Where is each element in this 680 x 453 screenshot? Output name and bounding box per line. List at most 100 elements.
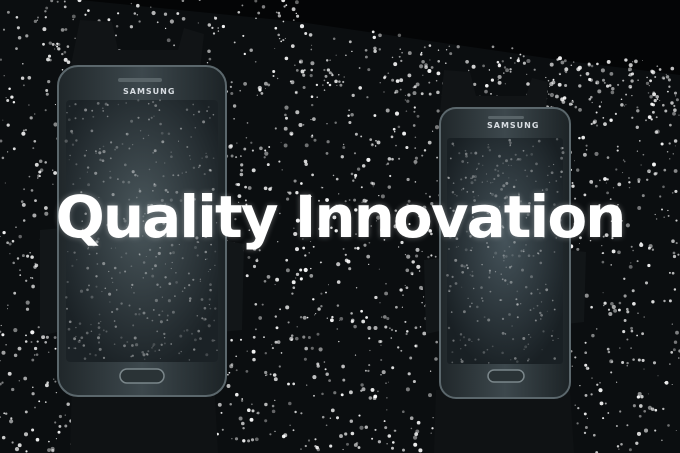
droplet bbox=[34, 162, 39, 167]
droplet bbox=[404, 94, 406, 96]
droplet bbox=[51, 42, 55, 46]
droplet bbox=[177, 174, 180, 177]
droplet bbox=[522, 337, 526, 340]
droplet bbox=[38, 400, 41, 403]
droplet bbox=[614, 112, 618, 115]
droplet bbox=[529, 309, 532, 312]
droplet bbox=[382, 315, 387, 319]
droplet bbox=[515, 179, 517, 181]
droplet bbox=[17, 443, 22, 448]
droplet bbox=[269, 433, 272, 436]
droplet bbox=[211, 26, 214, 30]
droplet bbox=[672, 254, 677, 259]
droplet bbox=[638, 414, 642, 418]
droplet bbox=[323, 68, 326, 72]
droplet bbox=[344, 258, 349, 263]
droplet bbox=[113, 320, 116, 322]
droplet bbox=[274, 47, 276, 50]
droplet bbox=[73, 251, 76, 254]
droplet bbox=[73, 337, 77, 341]
droplet bbox=[228, 371, 231, 374]
droplet bbox=[420, 92, 424, 96]
droplet bbox=[2, 28, 6, 31]
droplet bbox=[163, 337, 166, 339]
droplet bbox=[626, 365, 628, 367]
droplet bbox=[410, 271, 414, 275]
droplet bbox=[331, 73, 334, 77]
droplet bbox=[373, 114, 377, 117]
droplet bbox=[11, 387, 15, 392]
droplet bbox=[422, 331, 427, 336]
droplet bbox=[628, 74, 630, 77]
droplet bbox=[549, 82, 554, 87]
droplet bbox=[597, 89, 602, 94]
droplet bbox=[245, 136, 248, 139]
droplet bbox=[628, 177, 630, 179]
droplet bbox=[628, 448, 632, 452]
droplet bbox=[57, 430, 61, 434]
droplet bbox=[31, 428, 35, 432]
droplet bbox=[120, 256, 123, 259]
droplet bbox=[482, 64, 485, 68]
droplet bbox=[336, 262, 341, 267]
droplet bbox=[64, 139, 68, 143]
droplet bbox=[300, 412, 303, 415]
droplet bbox=[251, 403, 253, 406]
droplet bbox=[451, 351, 454, 354]
droplet bbox=[355, 287, 358, 289]
droplet bbox=[477, 162, 480, 165]
droplet bbox=[273, 377, 278, 382]
droplet bbox=[359, 425, 364, 430]
droplet bbox=[79, 289, 84, 293]
droplet bbox=[107, 18, 111, 22]
droplet bbox=[483, 316, 486, 319]
droplet bbox=[338, 340, 340, 343]
droplet bbox=[132, 144, 134, 146]
droplet bbox=[21, 254, 25, 258]
droplet bbox=[532, 254, 535, 257]
droplet bbox=[643, 428, 649, 433]
droplet bbox=[15, 47, 18, 50]
droplet bbox=[138, 307, 141, 311]
droplet bbox=[110, 141, 113, 144]
droplet bbox=[188, 359, 191, 361]
droplet bbox=[197, 166, 200, 169]
droplet bbox=[583, 431, 587, 435]
droplet bbox=[206, 62, 209, 64]
droplet bbox=[354, 173, 358, 178]
droplet bbox=[398, 157, 401, 160]
droplet bbox=[177, 140, 180, 142]
droplet bbox=[427, 69, 432, 73]
droplet bbox=[338, 80, 341, 83]
droplet bbox=[206, 110, 209, 112]
droplet bbox=[33, 354, 36, 356]
droplet bbox=[373, 394, 378, 399]
droplet bbox=[111, 277, 113, 279]
droplet bbox=[257, 85, 262, 91]
droplet bbox=[284, 37, 286, 40]
droplet bbox=[397, 125, 401, 129]
droplet bbox=[45, 6, 49, 10]
droplet bbox=[486, 348, 489, 351]
droplet bbox=[650, 118, 653, 121]
droplet bbox=[488, 276, 491, 279]
droplet bbox=[292, 429, 295, 432]
droplet bbox=[446, 273, 449, 277]
droplet bbox=[327, 284, 330, 286]
droplet bbox=[414, 136, 417, 139]
droplet bbox=[254, 302, 258, 306]
droplet bbox=[302, 85, 306, 90]
droplet bbox=[384, 291, 389, 296]
droplet bbox=[367, 326, 372, 330]
droplet bbox=[322, 84, 324, 86]
droplet bbox=[239, 89, 242, 92]
droplet bbox=[330, 318, 334, 323]
droplet bbox=[169, 19, 174, 24]
droplet bbox=[601, 252, 604, 255]
droplet bbox=[271, 404, 275, 408]
droplet bbox=[189, 297, 192, 300]
droplet bbox=[371, 437, 374, 440]
droplet bbox=[674, 95, 677, 97]
droplet bbox=[651, 300, 655, 304]
droplet bbox=[53, 48, 56, 50]
